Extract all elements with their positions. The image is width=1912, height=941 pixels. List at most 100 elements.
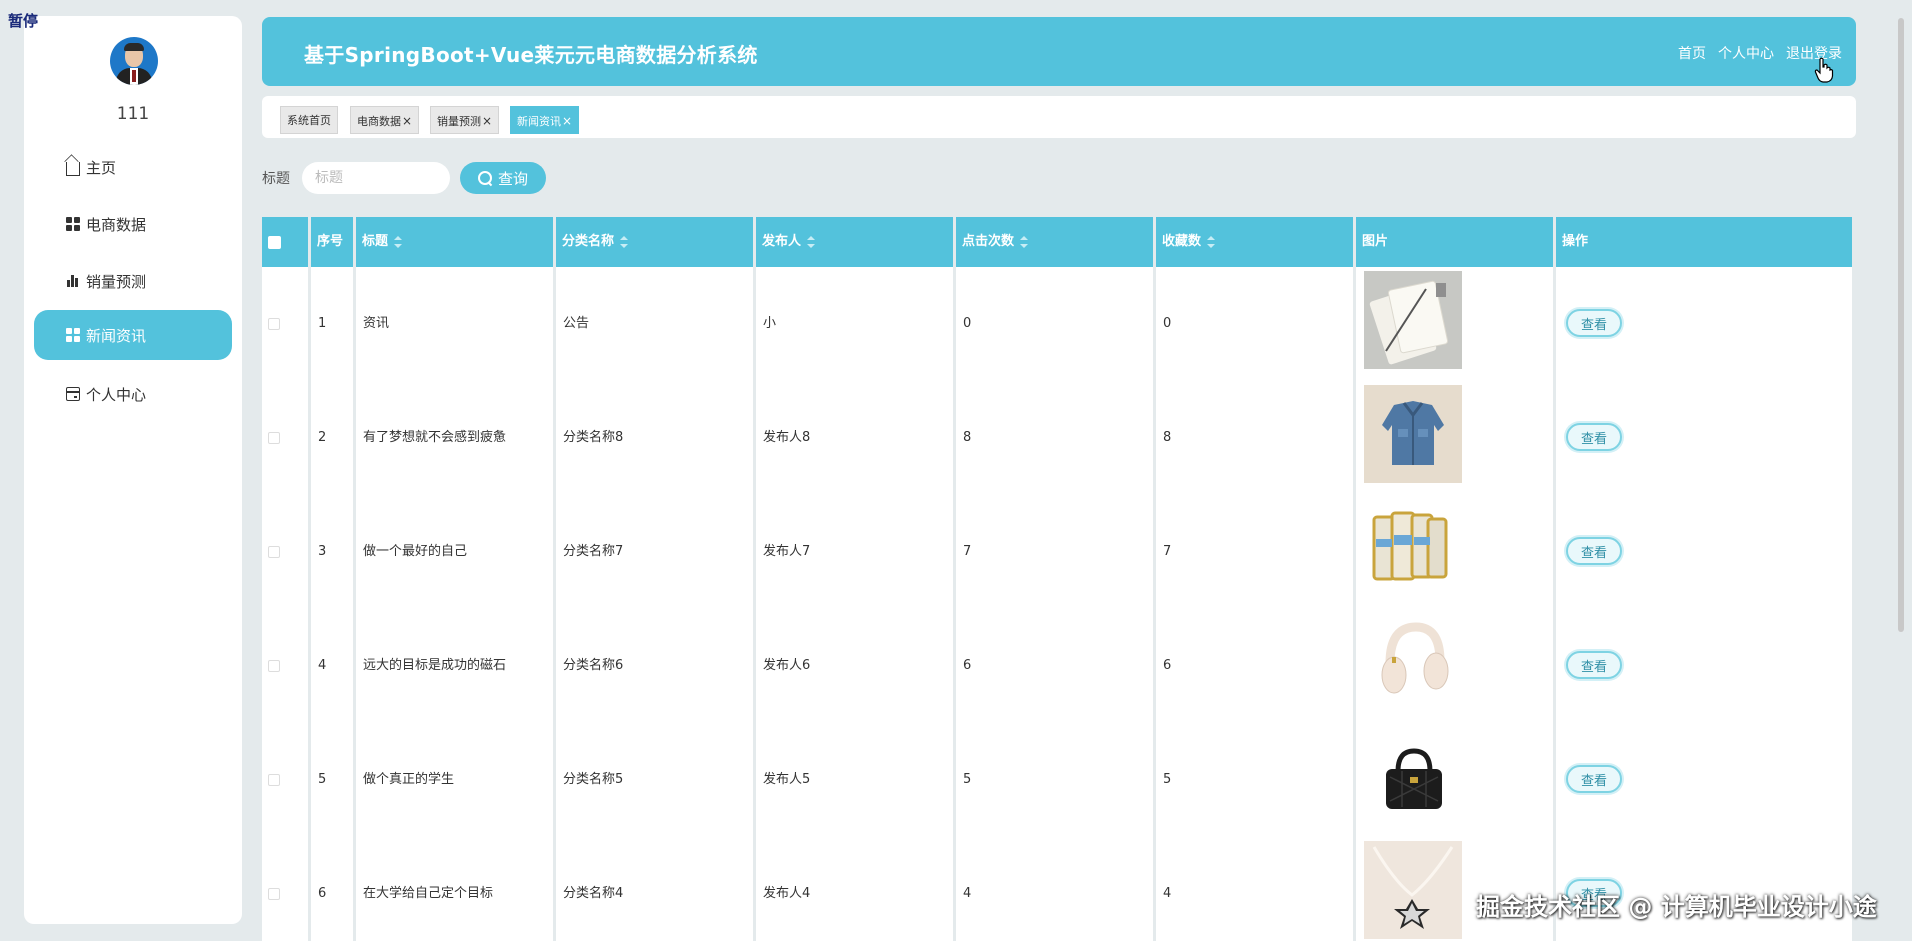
column-header-index: 序号	[311, 217, 356, 267]
news-table: 序号 标题 分类名称 发布人 点击次数 收藏数 图片 操作 1 资讯 公告 小 …	[262, 217, 1852, 941]
sidebar-item-label: 新闻资讯	[86, 326, 147, 345]
sidebar-item-sales-forecast[interactable]: 销量预测	[34, 256, 232, 306]
sidebar: 111 主页 电商数据 销量预测 新闻资讯 个人中心	[24, 16, 242, 924]
grid-icon	[66, 217, 80, 231]
sidebar-item-label: 销量预测	[86, 272, 147, 291]
tab-news[interactable]: 新闻资讯×	[510, 106, 580, 134]
column-header-label: 操作	[1562, 234, 1589, 249]
tab-label: 销量预测	[437, 115, 481, 128]
sort-icon[interactable]	[807, 235, 816, 248]
view-button[interactable]: 查看	[1566, 309, 1622, 337]
cell-favorites: 6	[1163, 658, 1172, 673]
sidebar-item-news[interactable]: 新闻资讯	[34, 310, 232, 360]
view-button[interactable]: 查看	[1566, 423, 1622, 451]
cell-clicks: 8	[963, 430, 972, 445]
table-row: 5 做个真正的学生 分类名称5 发布人5 5 5 查看	[262, 723, 1852, 837]
view-button[interactable]: 查看	[1566, 651, 1622, 679]
row-checkbox[interactable]	[268, 432, 280, 444]
cell-title: 有了梦想就不会感到疲惫	[363, 430, 507, 445]
cell-clicks: 5	[963, 772, 972, 787]
sidebar-item-home[interactable]: 主页	[34, 142, 232, 192]
search-label: 标题	[262, 171, 290, 187]
hand-cursor-icon	[1814, 57, 1834, 83]
view-button[interactable]: 查看	[1566, 765, 1622, 793]
card-icon	[66, 387, 80, 401]
product-thumbnail	[1364, 271, 1462, 369]
avatar[interactable]	[110, 37, 158, 85]
tab-label: 系统首页	[287, 114, 331, 127]
tab-system-home[interactable]: 系统首页	[280, 106, 338, 134]
sidebar-item-ecommerce-data[interactable]: 电商数据	[34, 199, 232, 249]
column-header-image: 图片	[1356, 217, 1556, 267]
cell-index: 2	[318, 430, 327, 445]
tab-ecommerce-data[interactable]: 电商数据×	[350, 106, 420, 134]
select-all-checkbox[interactable]	[268, 236, 281, 249]
view-button[interactable]: 查看	[1566, 537, 1622, 565]
column-header-clicks[interactable]: 点击次数	[956, 217, 1156, 267]
cell-title: 做一个最好的自己	[363, 544, 468, 559]
nav-home-link[interactable]: 首页	[1678, 43, 1706, 63]
page-scrollbar[interactable]	[1898, 18, 1904, 632]
tab-label: 新闻资讯	[517, 115, 561, 128]
sidebar-item-personal-center[interactable]: 个人中心	[34, 369, 232, 419]
pause-overlay-label: 暂停	[8, 12, 39, 30]
row-checkbox[interactable]	[268, 318, 280, 330]
cell-clicks: 6	[963, 658, 972, 673]
row-checkbox[interactable]	[268, 546, 280, 558]
cell-category: 公告	[563, 316, 590, 331]
username: 111	[116, 104, 150, 124]
close-icon[interactable]: ×	[562, 114, 572, 128]
sort-icon[interactable]	[1207, 235, 1216, 248]
column-header-label: 标题	[362, 234, 389, 249]
cell-publisher: 发布人5	[763, 772, 811, 787]
product-thumbnail	[1364, 499, 1462, 597]
sidebar-item-label: 个人中心	[86, 385, 147, 404]
header-select-all	[262, 217, 311, 267]
sort-icon[interactable]	[394, 235, 403, 248]
table-row: 3 做一个最好的自己 分类名称7 发布人7 7 7 查看	[262, 495, 1852, 609]
column-header-favorites[interactable]: 收藏数	[1156, 217, 1356, 267]
tab-sales-forecast[interactable]: 销量预测×	[430, 106, 500, 134]
top-header: 基于SpringBoot+Vue莱元元电商数据分析系统 首页 个人中心 退出登录	[262, 17, 1856, 86]
cell-category: 分类名称4	[563, 886, 624, 901]
sidebar-item-label: 电商数据	[86, 215, 147, 234]
search-input[interactable]	[302, 162, 450, 194]
table-row: 1 资讯 公告 小 0 0 查看	[262, 267, 1852, 381]
column-header-label: 图片	[1362, 234, 1389, 249]
column-header-publisher[interactable]: 发布人	[756, 217, 956, 267]
cell-category: 分类名称6	[563, 658, 624, 673]
column-header-label: 收藏数	[1162, 234, 1202, 249]
cell-publisher: 发布人4	[763, 886, 811, 901]
cell-publisher: 发布人7	[763, 544, 811, 559]
cell-index: 5	[318, 772, 327, 787]
row-checkbox[interactable]	[268, 888, 280, 900]
cell-index: 3	[318, 544, 327, 559]
sort-icon[interactable]	[620, 235, 629, 248]
column-header-category[interactable]: 分类名称	[556, 217, 756, 267]
search-button[interactable]: 查询	[460, 162, 546, 194]
column-header-label: 点击次数	[962, 234, 1015, 249]
cell-publisher: 发布人6	[763, 658, 811, 673]
close-icon[interactable]: ×	[402, 114, 412, 128]
cell-publisher: 发布人8	[763, 430, 811, 445]
cell-title: 资讯	[363, 316, 390, 331]
row-checkbox[interactable]	[268, 774, 280, 786]
sort-icon[interactable]	[1020, 235, 1029, 248]
column-header-label: 发布人	[762, 234, 802, 249]
nav-profile-link[interactable]: 个人中心	[1718, 43, 1774, 63]
column-header-title[interactable]: 标题	[356, 217, 556, 267]
table-row: 4 远大的目标是成功的磁石 分类名称6 发布人6 6 6 查看	[262, 609, 1852, 723]
cell-clicks: 7	[963, 544, 972, 559]
cell-title: 远大的目标是成功的磁石	[363, 658, 507, 673]
close-icon[interactable]: ×	[482, 114, 492, 128]
cell-publisher: 小	[763, 316, 777, 331]
cell-category: 分类名称7	[563, 544, 624, 559]
page-title: 基于SpringBoot+Vue莱元元电商数据分析系统	[304, 43, 758, 67]
cell-favorites: 4	[1163, 886, 1172, 901]
row-checkbox[interactable]	[268, 660, 280, 672]
bar-chart-icon	[66, 274, 80, 288]
cell-index: 6	[318, 886, 327, 901]
tab-bar: 系统首页 电商数据× 销量预测× 新闻资讯×	[262, 96, 1856, 138]
cell-category: 分类名称5	[563, 772, 624, 787]
cell-index: 4	[318, 658, 327, 673]
